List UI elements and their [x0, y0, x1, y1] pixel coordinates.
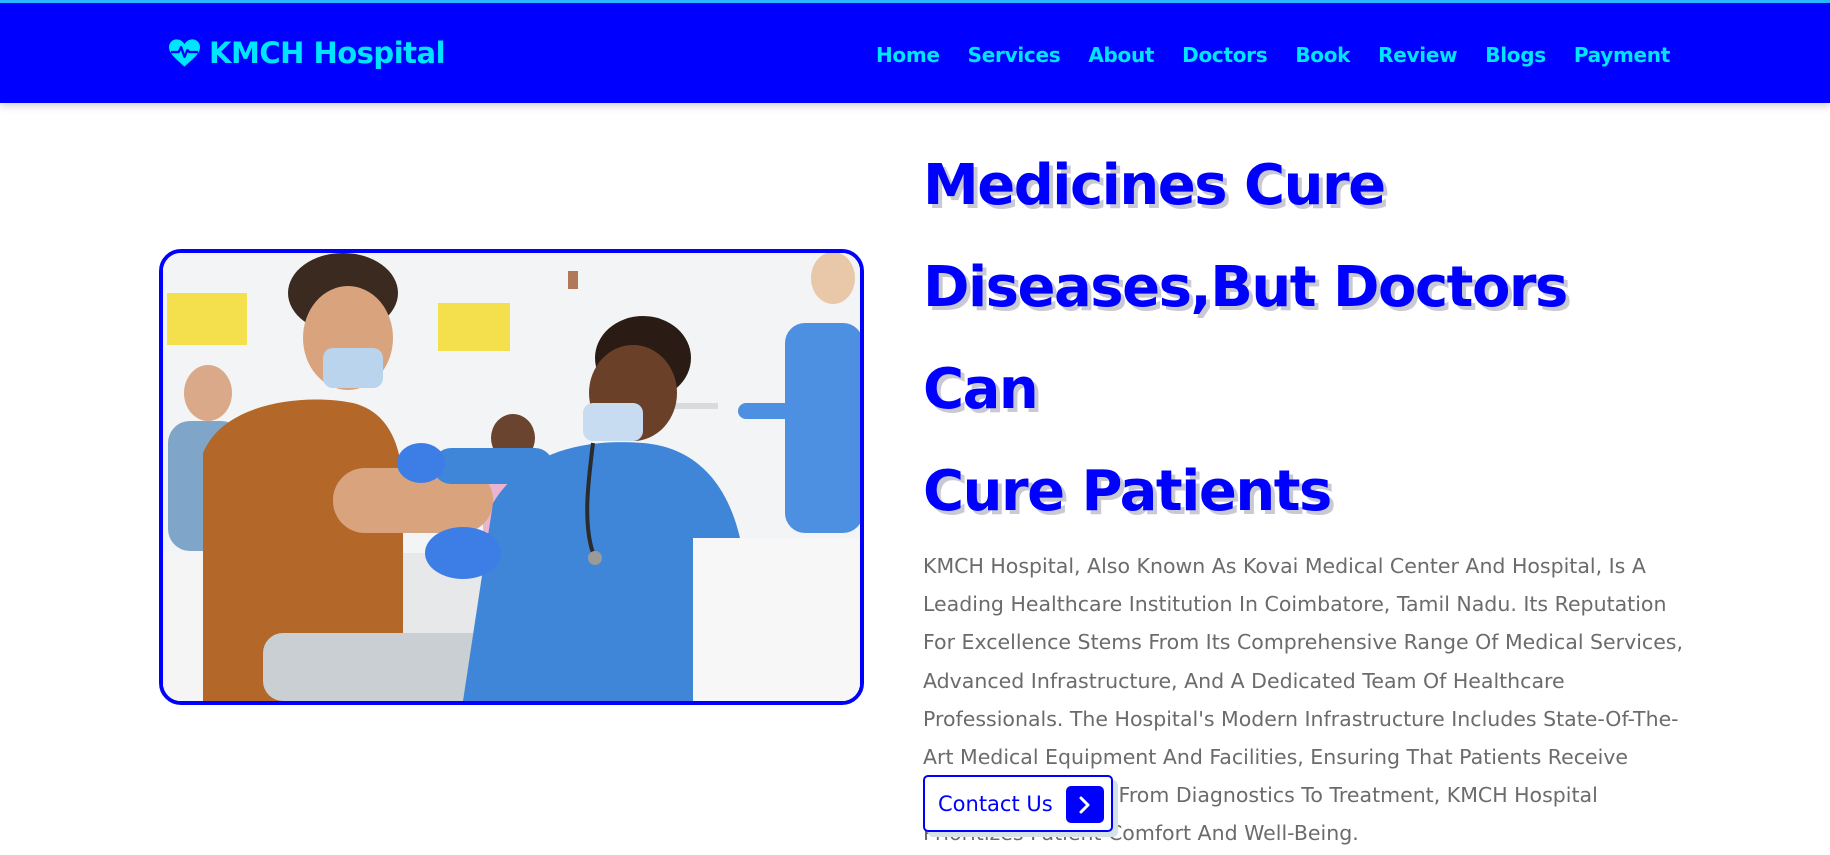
nav-doctors[interactable]: Doctors: [1182, 43, 1267, 67]
headline-line-1: Medicines Cure: [923, 153, 1386, 218]
vaccination-illustration: [163, 253, 860, 701]
hero-headline: Medicines Cure Diseases,But Doctors Can …: [923, 135, 1683, 543]
nav-home[interactable]: Home: [876, 43, 940, 67]
brand-name: KMCH Hospital: [209, 36, 446, 70]
nav-book[interactable]: Book: [1295, 43, 1350, 67]
headline-line-2: Diseases,But Doctors Can: [923, 255, 1568, 422]
heartbeat-icon: [168, 39, 201, 67]
contact-us-button[interactable]: Contact Us: [923, 775, 1113, 832]
nav-blogs[interactable]: Blogs: [1485, 43, 1546, 67]
site-header: KMCH Hospital Home Services About Doctor…: [0, 0, 1830, 103]
nav-about[interactable]: About: [1088, 43, 1154, 67]
main-nav: Home Services About Doctors Book Review …: [876, 43, 1670, 67]
headline-line-3: Cure Patients: [923, 459, 1332, 524]
hero-content: Medicines Cure Diseases,But Doctors Can …: [923, 135, 1683, 853]
nav-review[interactable]: Review: [1378, 43, 1457, 67]
nav-payment[interactable]: Payment: [1574, 43, 1670, 67]
brand-logo[interactable]: KMCH Hospital: [168, 36, 446, 70]
nav-services[interactable]: Services: [968, 43, 1061, 67]
contact-us-label: Contact Us: [938, 791, 1053, 816]
chevron-right-icon: [1066, 786, 1104, 823]
hero-image: [159, 249, 864, 705]
